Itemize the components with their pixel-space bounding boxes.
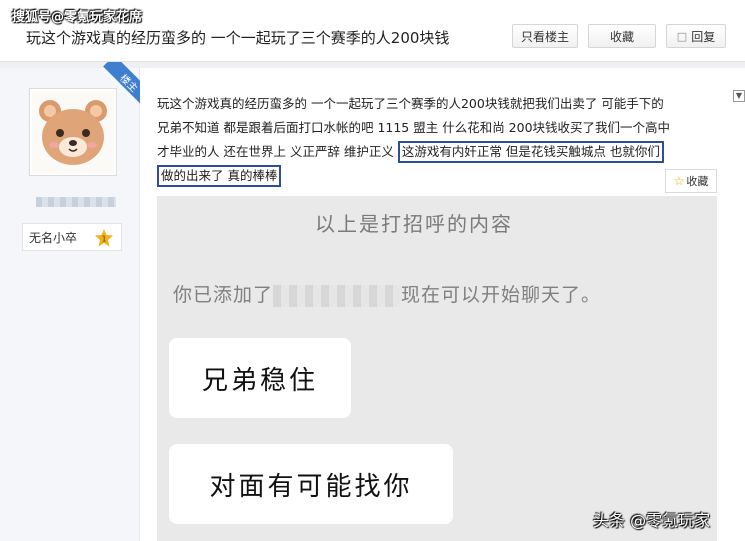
reply-icon: □ xyxy=(676,29,688,43)
user-rank: 无名小卒 1 xyxy=(22,223,122,251)
only-op-button[interactable]: 只看楼主 xyxy=(512,24,578,48)
highlighted-text: 做的出来了 真的棒棒 xyxy=(157,165,282,187)
added-suffix: 现在可以开始聊天了。 xyxy=(401,284,602,306)
level-badge-icon: 1 xyxy=(95,229,113,247)
star-icon: ☆ xyxy=(673,174,685,188)
forum-thread-page: 玩这个游戏真的经历蛮多的 一个一起玩了三个赛季的人200块钱 只看楼主 收藏 □… xyxy=(0,0,745,541)
post-line: 才毕业的人 还在世界上 义正严辞 维护正义 这游戏有内奸正常 但是花钱买触城点 … xyxy=(157,140,725,164)
favorite-button[interactable]: 收藏 xyxy=(588,24,656,48)
bear-avatar-icon xyxy=(32,91,114,173)
blurred-name xyxy=(273,285,402,307)
chat-bubble: 对面有可能找你 xyxy=(169,444,453,524)
post-line: 玩这个游戏真的经历蛮多的 一个一起玩了三个赛季的人200块钱就把我们出卖了 可能… xyxy=(157,96,664,111)
post-line: 兄弟不知道 都是跟着后面打口水帐的吧 1115 盟主 什么花和尚 200块钱收买… xyxy=(157,120,671,135)
chat-screenshot: 以上是打招呼的内容 你已添加了 现在可以开始聊天了。 兄弟稳住 对面有可能找你 xyxy=(157,196,717,541)
chat-bubble: 兄弟稳住 xyxy=(169,338,351,418)
post-body: 玩这个游戏真的经历蛮多的 一个一起玩了三个赛季的人200块钱就把我们出卖了 可能… xyxy=(157,92,725,188)
level-number: 1 xyxy=(101,235,106,244)
reply-label: 回复 xyxy=(691,29,716,44)
post-line: 做的出来了 真的棒棒 xyxy=(157,164,725,188)
rank-label: 无名小卒 xyxy=(29,230,78,245)
avatar[interactable] xyxy=(29,88,117,176)
collect-label: 收藏 xyxy=(686,175,709,188)
post-line-text: 才毕业的人 还在世界上 义正严辞 维护正义 xyxy=(157,144,398,159)
watermark-top: 搜狐号@零氪玩家花席 xyxy=(12,10,143,25)
post-menu-dropdown[interactable]: ▼ xyxy=(733,90,745,102)
username-blurred[interactable] xyxy=(36,197,116,207)
watermark-bottom: 头条 @零氪玩家 xyxy=(593,511,711,530)
reply-button[interactable]: □ 回复 xyxy=(666,24,726,48)
friend-added-notice: 你已添加了 现在可以开始聊天了。 xyxy=(173,280,601,307)
added-prefix: 你已添加了 xyxy=(173,284,274,306)
greeting-notice: 以上是打招呼的内容 xyxy=(315,212,513,236)
highlighted-text: 这游戏有内奸正常 但是花钱买触城点 也就你们 xyxy=(397,141,664,163)
collect-button[interactable]: ☆ 收藏 xyxy=(665,169,717,193)
thread-title: 玩这个游戏真的经历蛮多的 一个一起玩了三个赛季的人200块钱 xyxy=(26,29,450,47)
